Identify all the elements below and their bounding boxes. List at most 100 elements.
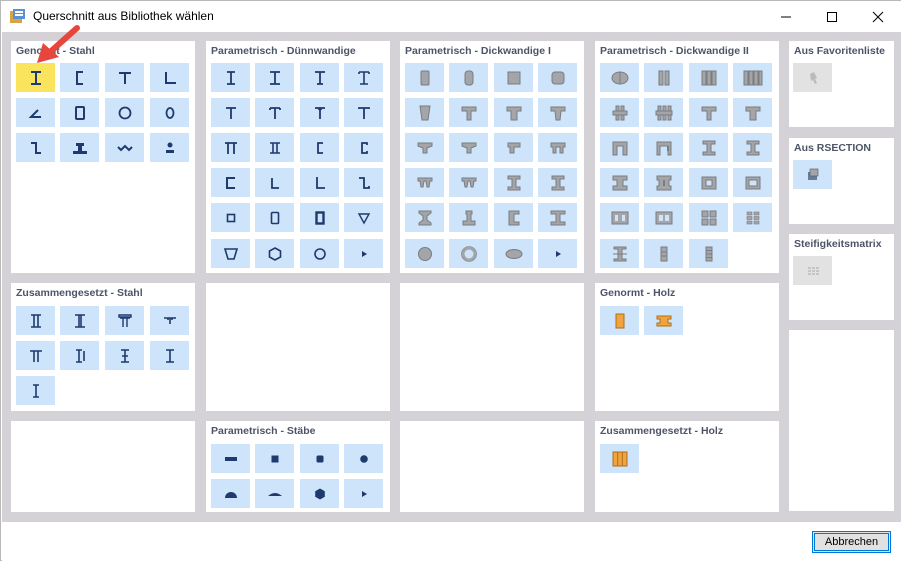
thin-t-2[interactable] — [255, 98, 294, 127]
thick2-u-box-2[interactable] — [644, 133, 683, 162]
section-round-bar[interactable] — [150, 133, 189, 162]
bar-half-round[interactable] — [211, 479, 250, 508]
built-up-t-plate[interactable] — [105, 306, 144, 335]
section-sheet-pile[interactable] — [105, 133, 144, 162]
thick-t-2[interactable] — [494, 98, 533, 127]
bar-square-rounded[interactable] — [300, 444, 339, 473]
bar-square[interactable] — [255, 444, 294, 473]
thick2-cross-triple[interactable] — [644, 98, 683, 127]
thick2-i-box[interactable] — [600, 168, 639, 197]
built-up-i-tall[interactable] — [150, 341, 189, 370]
thick-square-rounded[interactable] — [538, 63, 577, 92]
section-circle-hollow[interactable] — [105, 98, 144, 127]
thick2-double-box[interactable] — [600, 203, 639, 232]
thin-z[interactable] — [344, 168, 383, 197]
favorites-button[interactable] — [793, 63, 832, 92]
thin-trapezoid[interactable] — [211, 239, 250, 268]
thick-rect-rounded[interactable] — [449, 63, 488, 92]
thick2-stacked-rect[interactable] — [644, 239, 683, 268]
thin-rect-thick[interactable] — [300, 203, 339, 232]
thin-i-wide[interactable] — [255, 63, 294, 92]
thick2-four-box[interactable] — [689, 203, 728, 232]
thick-i-asym[interactable] — [449, 203, 488, 232]
thin-double-i[interactable] — [255, 133, 294, 162]
thick2-box[interactable] — [689, 168, 728, 197]
thick-t-taper-2[interactable] — [449, 133, 488, 162]
thick-ellipse[interactable] — [494, 239, 533, 268]
thick-taper[interactable] — [405, 98, 444, 127]
cancel-button[interactable]: Abbrechen — [812, 531, 891, 553]
bar-hexagon[interactable] — [300, 479, 339, 508]
section-i-beam[interactable] — [16, 63, 55, 92]
thick2-double-box-2[interactable] — [644, 203, 683, 232]
built-up-i-channels[interactable] — [60, 306, 99, 335]
close-button[interactable] — [855, 1, 901, 32]
thick2-t[interactable] — [689, 98, 728, 127]
thin-pi[interactable] — [211, 133, 250, 162]
thick2-double-bar[interactable] — [644, 63, 683, 92]
thin-rect[interactable] — [255, 203, 294, 232]
bar-round[interactable] — [344, 444, 383, 473]
thick2-u-box[interactable] — [600, 133, 639, 162]
thin-angle-2[interactable] — [300, 168, 339, 197]
section-rail[interactable] — [60, 133, 99, 162]
thick-pi[interactable] — [538, 133, 577, 162]
thin-channel-lip[interactable] — [344, 133, 383, 162]
thick2-grid-box[interactable] — [733, 203, 772, 232]
thick2-t-2[interactable] — [733, 98, 772, 127]
built-up-i-small[interactable] — [16, 376, 55, 405]
thick2-i-boxed[interactable] — [600, 239, 639, 268]
thick2-stacked-rect-2[interactable] — [689, 239, 728, 268]
section-channel[interactable] — [60, 63, 99, 92]
timber-rectangle[interactable] — [600, 306, 639, 335]
built-up-t-double[interactable] — [16, 341, 55, 370]
thin-angle[interactable] — [255, 168, 294, 197]
thin-t-3[interactable] — [300, 98, 339, 127]
thin-i-symmetric[interactable] — [211, 63, 250, 92]
thick-t[interactable] — [449, 98, 488, 127]
thick-i[interactable] — [494, 168, 533, 197]
built-up-double-i[interactable] — [16, 306, 55, 335]
thin-t[interactable] — [211, 98, 250, 127]
section-z-profile[interactable] — [16, 133, 55, 162]
stiffness-matrix-button[interactable] — [793, 256, 832, 285]
thick-i-taper[interactable] — [405, 203, 444, 232]
built-up-i-cross[interactable] — [105, 341, 144, 370]
thick-circle[interactable] — [405, 239, 444, 268]
built-up-i-side[interactable] — [60, 341, 99, 370]
thick-i-2[interactable] — [538, 168, 577, 197]
bar-flat[interactable] — [211, 444, 250, 473]
thin-channel-wide[interactable] — [211, 168, 250, 197]
bar-segment[interactable] — [255, 479, 294, 508]
timber-i[interactable] — [644, 306, 683, 335]
thin-more[interactable] — [344, 239, 383, 268]
thick2-box-2[interactable] — [733, 168, 772, 197]
thick-double-t[interactable] — [405, 168, 444, 197]
thick2-double-i[interactable] — [644, 168, 683, 197]
thin-i-asym[interactable] — [300, 63, 339, 92]
thick-i-wide[interactable] — [538, 203, 577, 232]
built-up-t-angle[interactable] — [150, 306, 189, 335]
minimize-button[interactable] — [763, 1, 809, 32]
bar-more[interactable] — [344, 479, 383, 508]
thick2-i-2[interactable] — [733, 133, 772, 162]
thick-t-3[interactable] — [538, 98, 577, 127]
thin-square-small[interactable] — [211, 203, 250, 232]
section-oblique-angle[interactable] — [16, 98, 55, 127]
thick2-triple-bar[interactable] — [689, 63, 728, 92]
thin-triangle-down[interactable] — [344, 203, 383, 232]
thick-rect-narrow[interactable] — [405, 63, 444, 92]
section-angle[interactable] — [150, 63, 189, 92]
thin-circle[interactable] — [300, 239, 339, 268]
thick-more[interactable] — [538, 239, 577, 268]
thick-t-taper[interactable] — [405, 133, 444, 162]
thick-gamma[interactable] — [494, 133, 533, 162]
thick2-i[interactable] — [689, 133, 728, 162]
thin-channel[interactable] — [300, 133, 339, 162]
thick2-double-circle[interactable] — [600, 63, 639, 92]
thick-double-t-2[interactable] — [449, 168, 488, 197]
thick-square[interactable] — [494, 63, 533, 92]
thick2-cross-double[interactable] — [600, 98, 639, 127]
section-oval-hollow[interactable] — [150, 98, 189, 127]
maximize-button[interactable] — [809, 1, 855, 32]
